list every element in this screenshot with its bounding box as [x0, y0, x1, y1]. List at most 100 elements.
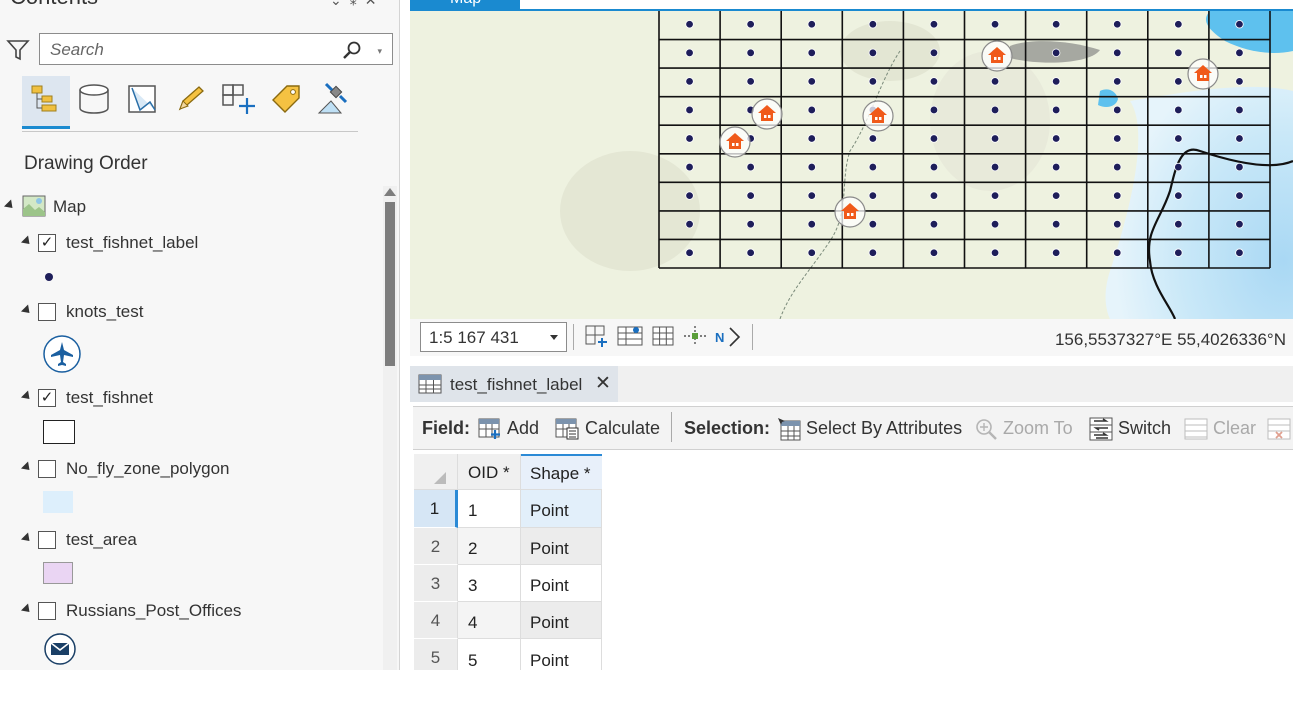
search-icon[interactable] — [342, 40, 362, 65]
expand-layer-toggle[interactable] — [20, 532, 34, 545]
fishnet-label-point — [746, 20, 755, 29]
fishnet-label-point — [685, 191, 694, 200]
add-field-icon[interactable] — [478, 416, 502, 445]
column-header-shape[interactable]: Shape * — [521, 454, 602, 490]
list-perspective-imagery-button[interactable] — [310, 76, 358, 126]
switch-selection-icon[interactable] — [1088, 416, 1114, 447]
layer-visibility-checkbox[interactable] — [38, 531, 56, 549]
fishnet-label-point — [1113, 248, 1122, 257]
fishnet-label-point — [868, 162, 878, 172]
oid-cell[interactable]: 2 — [458, 528, 521, 565]
layer-name[interactable]: test_area — [66, 530, 137, 550]
fishnet-label-point — [929, 162, 939, 172]
fishnet-label-point — [1235, 219, 1244, 229]
layer-name[interactable]: test_fishnet — [66, 388, 153, 408]
fishnet-label-point — [807, 105, 816, 115]
layer-visibility-checkbox[interactable] — [38, 460, 56, 478]
add-field-button[interactable]: Add — [507, 418, 539, 439]
map-node-label[interactable]: Map — [53, 197, 86, 217]
expand-layer-toggle[interactable] — [20, 461, 34, 474]
zoom-to-button[interactable]: Zoom To — [1003, 418, 1073, 439]
shape-cell[interactable]: Point — [521, 490, 602, 528]
fishnet-label-point — [929, 191, 939, 200]
row-number[interactable]: 4 — [414, 602, 458, 639]
fishnet-label-point — [1174, 134, 1183, 143]
table-tab-label[interactable]: test_fishnet_label — [450, 375, 582, 395]
snapping-cross-icon[interactable] — [682, 324, 708, 353]
list-by-editing-button[interactable] — [166, 76, 214, 126]
scale-value[interactable]: 1:5 167 431 — [429, 328, 519, 348]
status-divider — [752, 324, 753, 350]
shape-cell[interactable]: Point — [521, 528, 602, 565]
select-by-attributes-button[interactable]: Select By Attributes — [806, 418, 962, 439]
grid-snap-icon[interactable] — [584, 324, 610, 353]
filter-icon[interactable] — [6, 38, 30, 67]
fishnet-label-point — [1235, 105, 1244, 115]
row-number[interactable]: 2 — [414, 528, 458, 565]
oid-cell[interactable]: 1 — [458, 490, 521, 528]
search-input[interactable] — [48, 39, 332, 61]
expand-layer-toggle[interactable] — [20, 235, 34, 248]
map-canvas[interactable] — [410, 11, 1293, 319]
fishnet-label-point — [1051, 248, 1061, 257]
map-tab-label[interactable]: Map — [450, 0, 481, 8]
layer-visibility-checkbox[interactable]: ✓ — [38, 234, 56, 252]
fishnet-label-point — [929, 105, 939, 115]
pane-controls[interactable]: ⌄⁎✕ — [330, 0, 384, 9]
scroll-up-arrow[interactable] — [384, 188, 396, 196]
features-table-icon[interactable] — [616, 324, 644, 353]
point-symbol-icon — [43, 270, 55, 288]
attribute-grid[interactable]: OID * Shape * 1 1 Point 2 2 Point 3 3 Po… — [414, 454, 602, 670]
layer-visibility-checkbox[interactable] — [38, 602, 56, 620]
fishnet-label-point — [807, 162, 816, 172]
column-header-oid[interactable]: OID * — [458, 454, 521, 490]
layer-name[interactable]: No_fly_zone_polygon — [66, 459, 230, 479]
north-arrow-icon[interactable]: N — [714, 324, 742, 355]
list-by-snapping-button[interactable] — [214, 76, 262, 126]
layer-visibility-checkbox[interactable]: ✓ — [38, 389, 56, 407]
fishnet-label-point — [929, 248, 939, 257]
layer-name[interactable]: test_fishnet_label — [66, 233, 198, 253]
shape-cell[interactable]: Point — [521, 639, 602, 670]
oid-cell[interactable]: 5 — [458, 639, 521, 670]
oid-cell[interactable]: 3 — [458, 565, 521, 602]
map-svg[interactable] — [410, 11, 1293, 319]
oid-cell[interactable]: 4 — [458, 602, 521, 639]
chevron-down-icon[interactable] — [550, 335, 558, 340]
select-by-attributes-icon[interactable] — [776, 416, 802, 447]
clear-selection-button[interactable]: Clear — [1213, 418, 1256, 439]
fishnet-label-point — [1113, 162, 1122, 172]
list-by-labeling-button[interactable] — [262, 76, 310, 126]
layer-name[interactable]: knots_test — [66, 302, 144, 322]
shape-cell[interactable]: Point — [521, 602, 602, 639]
row-number[interactable]: 1 — [414, 490, 458, 528]
airplane-icon — [42, 334, 82, 379]
fishnet-label-point — [746, 191, 755, 200]
close-icon[interactable]: ✕ — [595, 372, 611, 395]
expand-layer-toggle[interactable] — [20, 304, 34, 317]
calculate-field-icon[interactable] — [555, 416, 579, 445]
grid-icon[interactable] — [651, 324, 675, 353]
row-number[interactable]: 3 — [414, 565, 458, 602]
expand-layer-toggle[interactable] — [20, 390, 34, 403]
list-by-drawing-order-button[interactable] — [22, 76, 70, 129]
post-office-marker — [719, 126, 751, 158]
fishnet-label-point — [746, 162, 755, 172]
expand-layer-toggle[interactable] — [20, 603, 34, 616]
switch-selection-button[interactable]: Switch — [1118, 418, 1171, 439]
expand-map-toggle[interactable] — [3, 199, 17, 212]
layer-name[interactable]: Russians_Post_Offices — [66, 601, 241, 621]
list-by-source-button[interactable] — [70, 76, 118, 126]
row-number[interactable]: 5 — [414, 639, 458, 670]
shape-cell[interactable]: Point — [521, 565, 602, 602]
calculate-field-button[interactable]: Calculate — [585, 418, 660, 439]
select-all-corner[interactable] — [414, 454, 458, 490]
search-box[interactable]: ▾ — [39, 33, 393, 65]
selection-label: Selection: — [684, 418, 771, 438]
list-by-selection-button[interactable] — [118, 76, 166, 126]
scale-selector[interactable]: 1:5 167 431 — [420, 322, 567, 352]
scrollbar-thumb[interactable] — [385, 202, 395, 366]
layer-visibility-checkbox[interactable] — [38, 303, 56, 321]
fishnet-label-point — [685, 105, 694, 115]
chevron-down-icon[interactable]: ▾ — [377, 46, 382, 57]
